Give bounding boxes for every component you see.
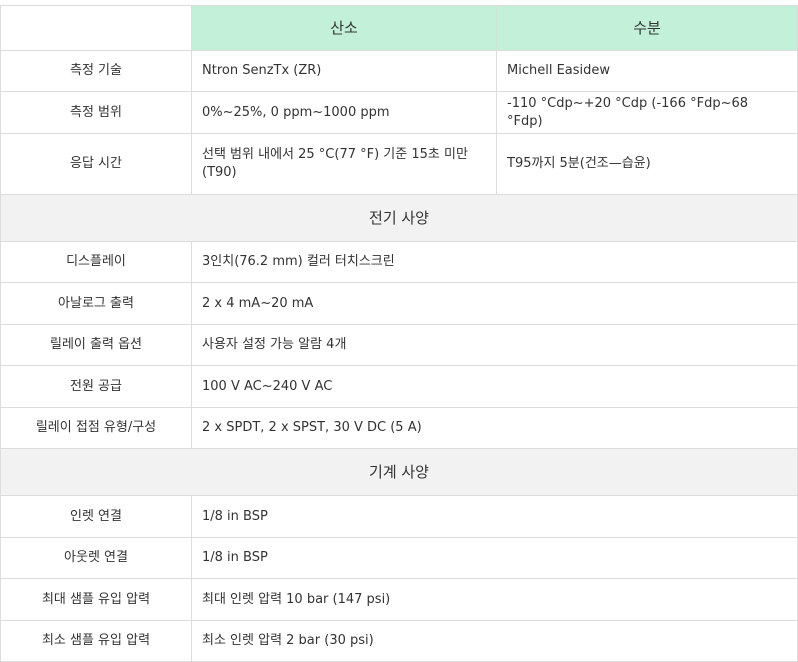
table-row: 인렛 연결 1/8 in BSP xyxy=(0,495,798,538)
oxygen-value: Ntron SenzTx (ZR) xyxy=(191,50,497,92)
header-blank-cell xyxy=(0,5,192,51)
row-value: 최소 인렛 압력 2 bar (30 psi) xyxy=(191,620,798,662)
oxygen-value: 0%~25%, 0 ppm~1000 ppm xyxy=(191,91,497,134)
section-header-mechanical: 기계 사양 xyxy=(0,448,798,496)
moisture-value: T95까지 5분(건조—습윤) xyxy=(496,133,798,195)
header-moisture: 수분 xyxy=(496,5,798,51)
row-value: 1/8 in BSP xyxy=(191,537,798,579)
table-row: 측정 범위 0%~25%, 0 ppm~1000 ppm -110 °Cdp~+… xyxy=(0,91,798,134)
row-label: 인렛 연결 xyxy=(0,495,192,538)
table-row: 디스플레이 3인치(76.2 mm) 컬러 터치스크린 xyxy=(0,241,798,283)
table-row: 전원 공급 100 V AC~240 V AC xyxy=(0,365,798,408)
row-value: 최대 인렛 압력 10 bar (147 psi) xyxy=(191,578,798,621)
header-oxygen: 산소 xyxy=(191,5,497,51)
row-value: 100 V AC~240 V AC xyxy=(191,365,798,408)
spec-table: 산소 수분 측정 기술 Ntron SenzTx (ZR) Michell Ea… xyxy=(0,5,798,662)
table-row: 최소 샘플 유입 압력 최소 인렛 압력 2 bar (30 psi) xyxy=(0,620,798,662)
section-title: 전기 사양 xyxy=(0,194,798,242)
row-label: 측정 기술 xyxy=(0,50,192,92)
row-label: 전원 공급 xyxy=(0,365,192,408)
table-row: 아웃렛 연결 1/8 in BSP xyxy=(0,537,798,579)
row-label: 릴레이 접점 유형/구성 xyxy=(0,407,192,449)
table-row: 응답 시간 선택 범위 내에서 25 °C(77 °F) 기준 15초 미만 (… xyxy=(0,133,798,195)
row-label: 아웃렛 연결 xyxy=(0,537,192,579)
row-value: 1/8 in BSP xyxy=(191,495,798,538)
table-row: 릴레이 출력 옵션 사용자 설정 가능 알람 4개 xyxy=(0,324,798,366)
row-label: 아날로그 출력 xyxy=(0,282,192,325)
oxygen-value: 선택 범위 내에서 25 °C(77 °F) 기준 15초 미만 (T90) xyxy=(191,133,497,195)
moisture-value: Michell Easidew xyxy=(496,50,798,92)
table-row: 릴레이 접점 유형/구성 2 x SPDT, 2 x SPST, 30 V DC… xyxy=(0,407,798,449)
row-label: 최대 샘플 유입 압력 xyxy=(0,578,192,621)
row-label: 최소 샘플 유입 압력 xyxy=(0,620,192,662)
row-label: 측정 범위 xyxy=(0,91,192,134)
moisture-value: -110 °Cdp~+20 °Cdp (-166 °Fdp~68 °Fdp) xyxy=(496,91,798,134)
table-row: 측정 기술 Ntron SenzTx (ZR) Michell Easidew xyxy=(0,50,798,92)
section-title: 기계 사양 xyxy=(0,448,798,496)
row-value: 사용자 설정 가능 알람 4개 xyxy=(191,324,798,366)
row-value: 2 x SPDT, 2 x SPST, 30 V DC (5 A) xyxy=(191,407,798,449)
table-row: 아날로그 출력 2 x 4 mA~20 mA xyxy=(0,282,798,325)
row-label: 릴레이 출력 옵션 xyxy=(0,324,192,366)
table-row: 최대 샘플 유입 압력 최대 인렛 압력 10 bar (147 psi) xyxy=(0,578,798,621)
header-row: 산소 수분 xyxy=(0,5,798,51)
row-label: 디스플레이 xyxy=(0,241,192,283)
row-label: 응답 시간 xyxy=(0,133,192,195)
row-value: 2 x 4 mA~20 mA xyxy=(191,282,798,325)
row-value: 3인치(76.2 mm) 컬러 터치스크린 xyxy=(191,241,798,283)
section-header-electrical: 전기 사양 xyxy=(0,194,798,242)
